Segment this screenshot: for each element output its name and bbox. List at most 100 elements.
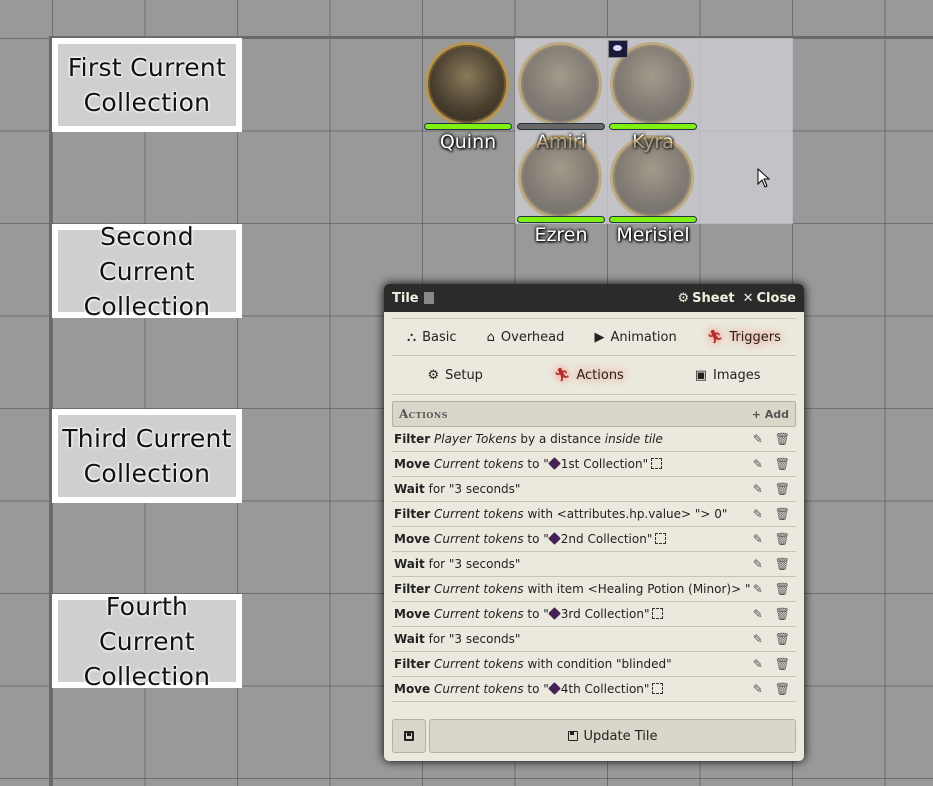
action-detail-end: " — [643, 682, 650, 696]
action-row[interactable]: Wait for "3 seconds" ✎ 🗑︎ — [392, 552, 796, 577]
action-destination: 3rd Collection — [560, 607, 644, 621]
action-controls: ✎ 🗑︎ — [750, 657, 794, 671]
label-first-collection[interactable]: First Current Collection — [52, 38, 242, 132]
token-merisiel[interactable]: Merisiel — [607, 132, 699, 246]
trash-icon[interactable]: 🗑︎ — [775, 582, 790, 596]
trash-icon[interactable]: 🗑︎ — [775, 682, 790, 696]
tag-icon — [547, 607, 561, 620]
action-row[interactable]: Filter Current tokens with <attributes.h… — [392, 502, 796, 527]
action-controls: ✎ 🗑︎ — [750, 482, 794, 496]
action-detail: for "3 seconds" — [428, 482, 521, 496]
action-text: Filter Current tokens with <attributes.h… — [394, 507, 750, 521]
dialog-header[interactable]: Tile ⚙ Sheet ✕ Close — [384, 284, 804, 312]
tab-setup[interactable]: ⚙ Setup — [421, 364, 489, 387]
edit-icon[interactable]: ✎ — [753, 507, 763, 521]
trash-icon[interactable]: 🗑︎ — [775, 482, 790, 496]
close-label: Close — [756, 290, 796, 306]
tab-label: Actions — [576, 367, 624, 383]
action-target: Player Tokens — [434, 432, 517, 446]
sheet-button[interactable]: ⚙ Sheet — [677, 291, 734, 306]
action-row[interactable]: Wait for "3 seconds" ✎ 🗑︎ — [392, 627, 796, 652]
trash-icon[interactable]: 🗑︎ — [775, 557, 790, 571]
trash-icon[interactable]: 🗑︎ — [775, 457, 790, 471]
cubes-icon: ⛬ — [407, 329, 417, 345]
tag-icon — [547, 532, 561, 545]
trash-icon[interactable]: 🗑︎ — [775, 632, 790, 646]
action-verb: Filter — [394, 657, 431, 671]
dialog-title: Tile — [392, 290, 419, 306]
tab-overhead[interactable]: ⌂ Overhead — [481, 326, 571, 349]
tab-images[interactable]: ▣ Images — [689, 364, 767, 387]
play-icon: ▶ — [594, 329, 605, 345]
update-tile-label: Update Tile — [583, 728, 658, 744]
edit-icon[interactable]: ✎ — [753, 557, 763, 571]
action-detail: with <attributes.hp.value> "> 0" — [523, 507, 728, 521]
action-text: Filter Current tokens with item <Healing… — [394, 582, 750, 596]
edit-icon[interactable]: ✎ — [753, 432, 763, 446]
trash-icon[interactable]: 🗑︎ — [775, 657, 790, 671]
action-detail: with condition "blinded" — [523, 657, 672, 671]
edit-icon[interactable]: ✎ — [753, 532, 763, 546]
edit-icon[interactable]: ✎ — [753, 457, 763, 471]
action-text: Move Current tokens to " 2nd Collection" — [394, 532, 750, 546]
trash-icon[interactable]: 🗑︎ — [775, 432, 790, 446]
action-row[interactable]: Move Current tokens to " 2nd Collection" ✎… — [392, 527, 796, 552]
action-detail-end: " — [646, 532, 653, 546]
edit-icon[interactable]: ✎ — [753, 632, 763, 646]
token-ezren[interactable]: Ezren — [515, 132, 607, 246]
action-row[interactable]: Filter Player Tokens by a distance insid… — [392, 427, 796, 452]
save-button[interactable] — [392, 719, 426, 753]
action-detail: with item <Healing Potion (Minor)> "> 0" — [527, 582, 750, 596]
trash-icon[interactable]: 🗑︎ — [775, 607, 790, 621]
edit-icon[interactable]: ✎ — [753, 482, 763, 496]
action-row[interactable]: Filter Current tokens with item <Healing… — [392, 577, 796, 602]
running-icon: 🏃︎ — [553, 367, 571, 383]
action-controls: ✎ 🗑︎ — [750, 457, 794, 471]
action-controls: ✎ 🗑︎ — [750, 532, 794, 546]
actions-header-title: Actions — [399, 407, 448, 421]
action-row[interactable]: Filter Current tokens with condition "bl… — [392, 652, 796, 677]
action-verb: Move — [394, 457, 431, 471]
token-quinn[interactable]: Quinn — [422, 39, 514, 153]
label-third-collection[interactable]: Third Current Collection — [52, 409, 242, 503]
close-button[interactable]: ✕ Close — [743, 291, 796, 306]
edit-icon[interactable]: ✎ — [753, 582, 763, 596]
edit-icon[interactable]: ✎ — [753, 607, 763, 621]
tab-label: Setup — [445, 367, 483, 383]
action-target: Current tokens — [433, 682, 524, 696]
action-verb: Move — [394, 607, 431, 621]
edit-icon[interactable]: ✎ — [753, 682, 763, 696]
tab-animation[interactable]: ▶ Animation — [588, 326, 682, 349]
action-target: Current tokens — [434, 582, 524, 596]
hp-bar — [517, 123, 605, 130]
action-detail-end: " — [643, 607, 650, 621]
main-tabs: ⛬ Basic ⌂ Overhead ▶ Animation 🏃︎ Trigge… — [392, 318, 796, 356]
trash-icon[interactable]: 🗑︎ — [775, 507, 790, 521]
tab-basic[interactable]: ⛬ Basic — [401, 326, 463, 349]
save-icon — [404, 731, 414, 741]
action-detail: to " — [523, 682, 549, 696]
action-row[interactable]: Move Current tokens to " 4th Collection" ✎… — [392, 677, 796, 702]
action-detail: to " — [523, 532, 549, 546]
action-detail: for "3 seconds" — [428, 632, 521, 646]
action-row[interactable]: Wait for "3 seconds" ✎ 🗑︎ — [392, 477, 796, 502]
tab-actions[interactable]: 🏃︎ Actions — [548, 364, 630, 387]
label-second-collection[interactable]: Second Current Collection — [52, 222, 242, 321]
action-row[interactable]: Move Current tokens to " 3rd Collection" ✎… — [392, 602, 796, 627]
action-text: Filter Player Tokens by a distance insid… — [394, 432, 750, 446]
edit-icon[interactable]: ✎ — [753, 657, 763, 671]
tag-icon — [547, 682, 561, 695]
trash-icon[interactable]: 🗑︎ — [775, 532, 790, 546]
add-action-button[interactable]: + Add — [752, 408, 789, 421]
sub-tabs: ⚙ Setup 🏃︎ Actions ▣ Images — [392, 356, 796, 395]
image-icon: ▣ — [694, 367, 708, 383]
journal-icon[interactable] — [423, 292, 434, 304]
tab-triggers[interactable]: 🏃︎ Triggers — [701, 326, 787, 349]
actions-header: Actions + Add — [392, 401, 796, 427]
compress-icon — [652, 608, 664, 619]
action-verb: Move — [394, 682, 431, 696]
label-fourth-collection[interactable]: Fourth Current Collection — [52, 592, 242, 691]
update-tile-button[interactable]: Update Tile — [429, 719, 796, 753]
token-amiri[interactable]: Amiri — [515, 39, 607, 153]
action-row[interactable]: Move Current tokens to " 1st Collection" ✎… — [392, 452, 796, 477]
